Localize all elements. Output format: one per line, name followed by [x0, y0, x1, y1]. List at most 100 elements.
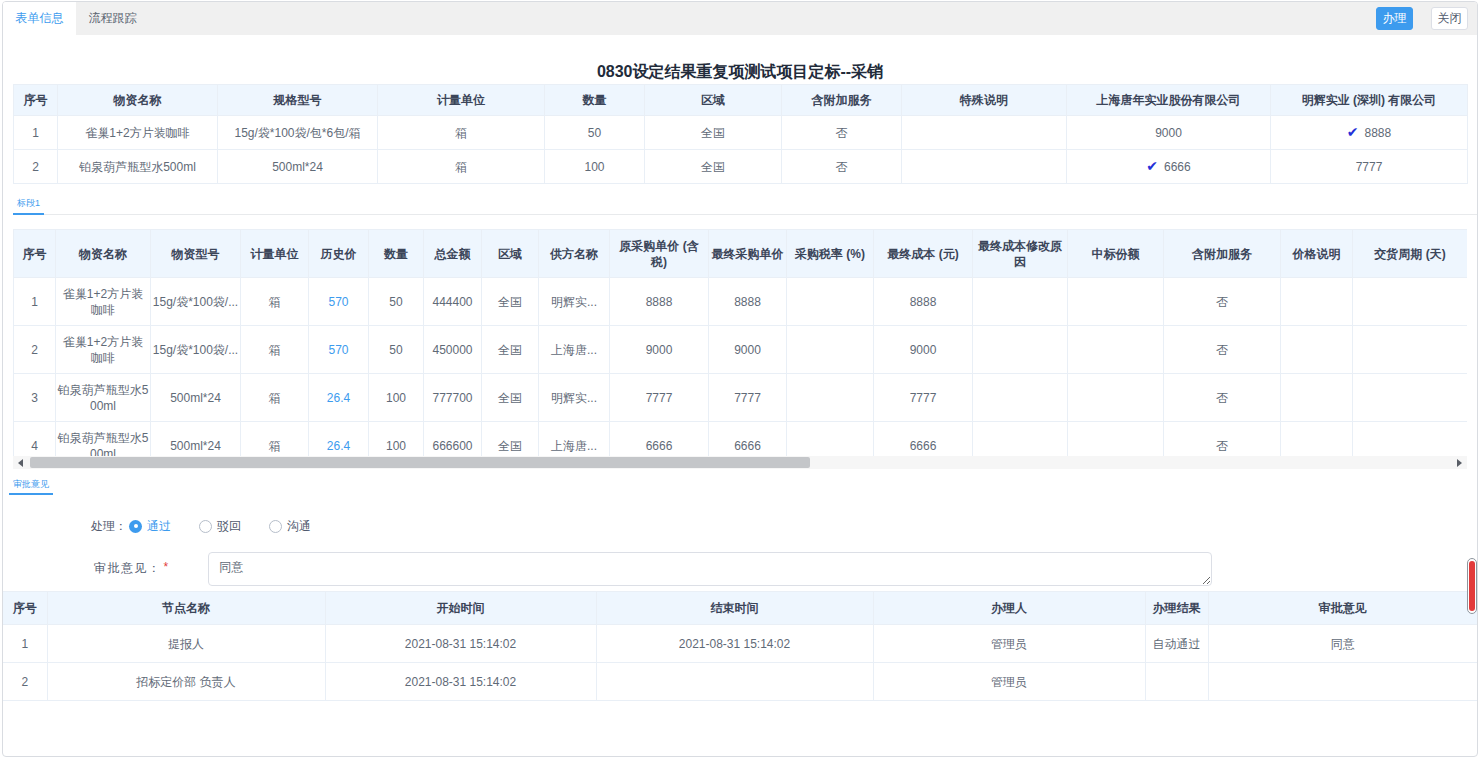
column-header: 办理结果	[1145, 592, 1208, 625]
comment-label: 审批意见：	[94, 560, 162, 586]
section-tab-bid1[interactable]: 标段1	[13, 196, 44, 215]
column-header: 物资名称	[58, 85, 218, 116]
radio-unselected-icon[interactable]	[269, 520, 282, 533]
page-title: 0830设定结果重复项测试项目定标--采销	[3, 63, 1477, 81]
table-cell: 500ml*24	[218, 150, 378, 184]
table-cell	[902, 150, 1067, 184]
column-header: 办理人	[873, 592, 1145, 625]
table-cell: 招标定价部 负责人	[47, 663, 325, 701]
column-header: 最终成本修改原因	[973, 230, 1068, 278]
column-header: 特殊说明	[902, 85, 1067, 116]
table-row: 1提报人2021-08-31 15:14:022021-08-31 15:14:…	[3, 625, 1477, 663]
column-header: 数量	[545, 85, 645, 116]
table-row: 2雀巢1+2方片装咖啡15g/袋*100袋/...箱57050450000全国上…	[14, 326, 1468, 374]
table-cell: 7777	[709, 374, 787, 422]
column-header: 含附加服务	[782, 85, 902, 116]
scroll-right-icon[interactable]	[1457, 459, 1462, 467]
table-cell	[1068, 326, 1164, 374]
column-header: 计量单位	[241, 230, 309, 278]
table-cell: 100	[369, 374, 424, 422]
radio-option-reject[interactable]: 驳回	[199, 518, 241, 535]
table-cell: 否	[782, 116, 902, 150]
winner-check-icon: ✔	[1146, 158, 1158, 174]
table-cell: 8888	[709, 278, 787, 326]
table-cell	[596, 663, 873, 701]
history-price-link[interactable]: 26.4	[327, 391, 350, 405]
table-cell: 450000	[424, 326, 482, 374]
history-price-link[interactable]: 26.4	[327, 439, 350, 453]
table-cell: 7777	[1271, 150, 1468, 184]
column-header: 审批意见	[1208, 592, 1477, 625]
radio-unselected-icon[interactable]	[199, 520, 212, 533]
table-cell: 570	[309, 278, 369, 326]
table-row: 3铂泉葫芦瓶型水500ml500ml*24箱26.4100777700全国明辉实…	[14, 374, 1468, 422]
table-cell: 2	[14, 150, 58, 184]
tab-form-info[interactable]: 表单信息	[3, 2, 76, 35]
top-actions: 办理 关闭	[1376, 7, 1468, 30]
table-cell	[973, 326, 1068, 374]
table-cell: 1	[3, 625, 47, 663]
table-cell: 26.4	[309, 374, 369, 422]
table-cell: 同意	[1208, 625, 1477, 663]
table-cell: 100	[545, 150, 645, 184]
vertical-scrollbar[interactable]	[1467, 558, 1477, 614]
winner-check-icon: ✔	[1347, 124, 1359, 140]
table-cell: 2021-08-31 15:14:02	[325, 625, 596, 663]
history-price-link[interactable]: 570	[328, 295, 348, 309]
table-cell	[1068, 374, 1164, 422]
table-cell: 15g/袋*100袋/包*6包/箱	[218, 116, 378, 150]
table-cell: 箱	[241, 326, 309, 374]
handle-radio-row: 处理： 通过驳回沟通	[91, 519, 1477, 533]
table-cell	[1353, 374, 1468, 422]
vertical-scrollbar-thumb[interactable]	[1469, 561, 1475, 611]
approval-section-header: 审批意见	[9, 477, 1477, 495]
table-cell: 管理员	[873, 625, 1145, 663]
tab-process-track[interactable]: 流程跟踪	[76, 2, 149, 35]
column-header: 物资名称	[56, 230, 151, 278]
table-cell: ✔8888	[1271, 116, 1468, 150]
table-cell	[787, 326, 874, 374]
table-cell	[1281, 278, 1353, 326]
table-cell: 箱	[378, 150, 545, 184]
approval-section-tab[interactable]: 审批意见	[9, 477, 53, 495]
table-cell: 铂泉葫芦瓶型水500ml	[58, 150, 218, 184]
handle-button[interactable]: 办理	[1376, 7, 1413, 30]
column-header: 序号	[14, 85, 58, 116]
history-price-link[interactable]: 570	[328, 343, 348, 357]
table-cell: 8888	[610, 278, 709, 326]
column-header: 中标份额	[1068, 230, 1164, 278]
column-header: 规格型号	[218, 85, 378, 116]
scroll-left-icon[interactable]	[18, 459, 23, 467]
table-cell: 2021-08-31 15:14:02	[325, 663, 596, 701]
column-header: 上海唐年实业股份有限公司	[1067, 85, 1271, 116]
horizontal-scrollbar-thumb[interactable]	[30, 457, 810, 468]
table-cell: 500ml*24	[151, 374, 241, 422]
table-cell: 9000	[1067, 116, 1271, 150]
table-cell: 8888	[874, 278, 973, 326]
table-cell: 明辉实...	[539, 374, 610, 422]
column-header: 价格说明	[1281, 230, 1353, 278]
radio-selected-icon[interactable]	[129, 520, 142, 533]
radio-label: 通过	[147, 518, 171, 535]
column-header: 最终采购单价	[709, 230, 787, 278]
comment-textarea[interactable]: 同意	[208, 552, 1212, 586]
cell-value: 6666	[1164, 160, 1191, 174]
table-cell: 全国	[645, 150, 782, 184]
table-cell: 雀巢1+2方片装咖啡	[56, 278, 151, 326]
table-cell	[902, 116, 1067, 150]
horizontal-scrollbar[interactable]	[13, 456, 1467, 469]
workflow-table: 序号节点名称开始时间结束时间办理人办理结果审批意见1提报人2021-08-31 …	[3, 591, 1477, 701]
required-mark: *	[164, 560, 169, 586]
radio-option-pass[interactable]: 通过	[129, 518, 171, 535]
table-cell: 2	[14, 326, 56, 374]
table-cell: 9000	[874, 326, 973, 374]
table-cell: 否	[782, 150, 902, 184]
table-cell: 7777	[610, 374, 709, 422]
column-header: 原采购单价 (含税)	[610, 230, 709, 278]
column-header: 区域	[645, 85, 782, 116]
table-cell: 7777	[874, 374, 973, 422]
radio-option-communicate[interactable]: 沟通	[269, 518, 311, 535]
close-button[interactable]: 关闭	[1431, 7, 1468, 30]
table-cell: 15g/袋*100袋/...	[151, 278, 241, 326]
column-header: 结束时间	[596, 592, 873, 625]
